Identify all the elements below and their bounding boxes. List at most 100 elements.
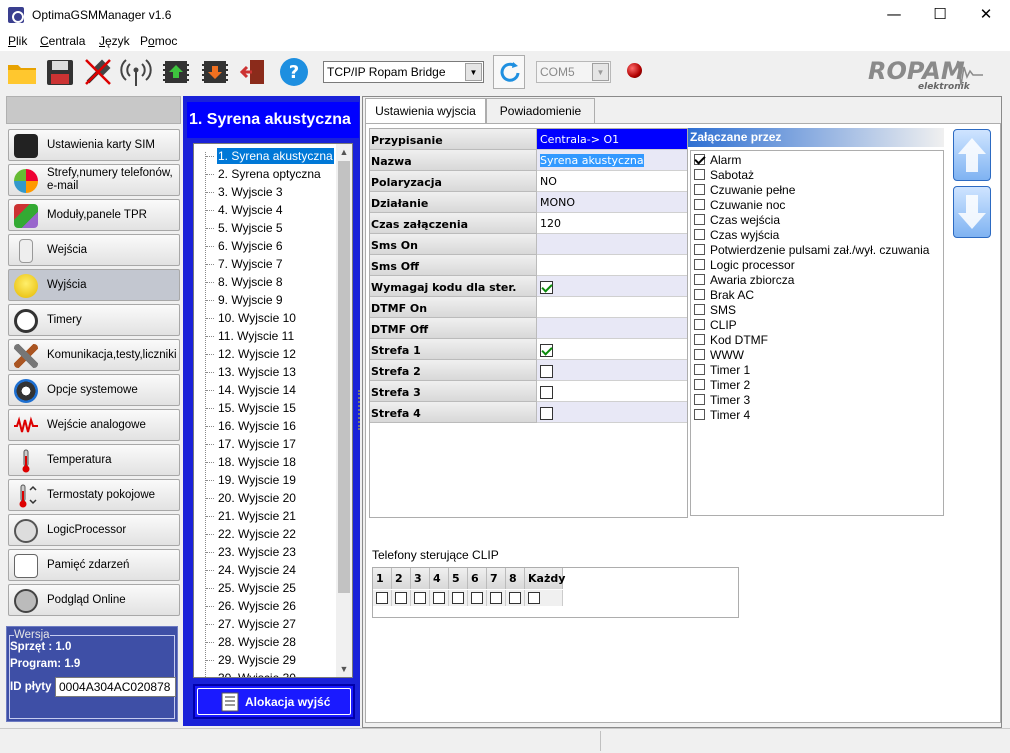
settings-value[interactable] [537,297,687,318]
connection-select[interactable]: TCP/IP Ropam Bridge ▼ [323,61,484,83]
trigger-item[interactable]: Logic processor [694,258,795,273]
trigger-item[interactable]: Alarm [694,153,741,168]
settings-value[interactable]: Centrala-> O1 [537,129,687,150]
trigger-item[interactable]: Potwierdzenie pulsami zał./wył. czuwania [694,243,929,258]
trigger-checkbox[interactable] [694,214,705,225]
settings-value[interactable]: 120 [537,213,687,234]
trigger-item[interactable]: Timer 2 [694,378,750,393]
trigger-item[interactable]: Timer 3 [694,393,750,408]
output-tree-scrollbar[interactable]: ▲ ▼ [336,144,352,677]
trigger-checkbox[interactable] [694,364,705,375]
tree-item[interactable]: 24. Wyjscie 24 [218,562,296,578]
trigger-checkbox[interactable] [694,304,705,315]
clip-checkbox[interactable] [509,592,521,604]
scroll-up-icon[interactable]: ▲ [336,144,352,160]
chip-download-icon[interactable] [199,56,231,88]
trigger-item[interactable]: Czuwanie noc [694,198,785,213]
trigger-checkbox[interactable] [694,184,705,195]
trigger-item[interactable]: Awaria zbiorcza [694,273,794,288]
help-icon[interactable]: ? [278,56,310,88]
sidebar-item-online-preview[interactable]: Podgląd Online [8,584,180,616]
tree-item[interactable]: 6. Wyjscie 6 [218,238,283,254]
settings-checkbox[interactable] [540,280,553,294]
settings-value[interactable] [537,360,687,381]
save-disk-icon[interactable] [44,56,76,88]
sidebar-item-communication[interactable]: Komunikacja,testy,liczniki [8,339,180,371]
move-down-button[interactable] [953,186,991,238]
trigger-checkbox[interactable] [694,394,705,405]
tree-item[interactable]: 23. Wyjscie 23 [218,544,296,560]
tab-notification[interactable]: Powiadomienie [486,98,595,123]
tree-item[interactable]: 9. Wyjscie 9 [218,292,283,308]
trigger-checkbox[interactable] [694,319,705,330]
trigger-item[interactable]: Timer 4 [694,408,750,423]
clip-checkbox[interactable] [452,592,464,604]
tab-output-settings[interactable]: Ustawienia wyjscia [365,98,486,125]
tree-item[interactable]: 18. Wyjscie 18 [218,454,296,470]
settings-value[interactable] [537,276,687,297]
trigger-item[interactable]: Sabotaż [694,168,754,183]
maximize-button[interactable]: ☐ [917,0,963,31]
trigger-item[interactable]: Timer 1 [694,363,750,378]
tree-item[interactable]: 29. Wyjscie 29 [218,652,296,668]
settings-value[interactable] [537,381,687,402]
chevron-down-icon[interactable]: ▼ [592,63,609,81]
trigger-item[interactable]: WWW [694,348,744,363]
trigger-item[interactable]: CLIP [694,318,737,333]
settings-checkbox[interactable] [540,343,553,357]
tree-item[interactable]: 25. Wyjscie 25 [218,580,296,596]
clip-checkbox[interactable] [433,592,445,604]
menu-centrala[interactable]: Centrala [40,34,85,48]
trigger-checkbox[interactable] [694,169,705,180]
tree-item[interactable]: 14. Wyjscie 14 [218,382,296,398]
sidebar-item-thermostats[interactable]: Termostaty pokojowe [8,479,180,511]
tree-item[interactable]: 27. Wyjscie 27 [218,616,296,632]
trigger-checkbox[interactable] [694,229,705,240]
sidebar-item-sim[interactable]: Ustawienia karty SIM [8,129,180,161]
settings-value[interactable] [537,402,687,423]
trigger-item[interactable]: Czas wyjścia [694,228,779,243]
exit-door-icon[interactable] [238,56,270,88]
menu-pomoc[interactable]: Pomoc [140,34,177,48]
trigger-item[interactable]: Czuwanie pełne [694,183,795,198]
tree-item[interactable]: 20. Wyjscie 20 [218,490,296,506]
trigger-checkbox[interactable] [694,259,705,270]
settings-value[interactable] [537,255,687,276]
tree-item[interactable]: 12. Wyjscie 12 [218,346,296,362]
tree-item[interactable]: 13. Wyjscie 13 [218,364,296,380]
sidebar-item-event-memory[interactable]: Pamięć zdarzeń [8,549,180,581]
move-up-button[interactable] [953,129,991,181]
tree-item[interactable]: 10. Wyjscie 10 [218,310,296,326]
settings-value[interactable] [537,318,687,339]
settings-value[interactable]: Syrena akustyczna [537,150,687,171]
chip-upload-icon[interactable] [160,56,192,88]
tree-item[interactable]: 30. Wyjscie 30 [218,670,296,677]
tree-item[interactable]: 21. Wyjscie 21 [218,508,296,524]
trigger-checkbox[interactable] [694,199,705,210]
trigger-item[interactable]: Czas wejścia [694,213,780,228]
refresh-button[interactable] [493,55,525,89]
sidebar-item-logic-processor[interactable]: LogicProcessor [8,514,180,546]
sidebar-item-zones[interactable]: Strefy,numery telefonów, e-mail [8,164,180,196]
sidebar-item-outputs[interactable]: Wyjścia [8,269,180,301]
close-button[interactable]: ✕ [963,0,1009,31]
clip-checkbox[interactable] [528,592,540,604]
tree-item[interactable]: 3. Wyjscie 3 [218,184,283,200]
trigger-checkbox[interactable] [694,379,705,390]
settings-checkbox[interactable] [540,406,553,420]
trigger-checkbox[interactable] [694,154,705,165]
tree-item[interactable]: 17. Wyjscie 17 [218,436,296,452]
tree-item[interactable]: 8. Wyjscie 8 [218,274,283,290]
sidebar-item-modules[interactable]: Moduły,panele TPR [8,199,180,231]
clip-checkbox[interactable] [490,592,502,604]
trigger-item[interactable]: SMS [694,303,736,318]
clip-checkbox[interactable] [395,592,407,604]
trigger-item[interactable]: Brak AC [694,288,754,303]
disconnect-plug-icon[interactable] [82,56,114,88]
output-allocation-button[interactable]: Alokacja wyjść [193,684,355,719]
sidebar-item-inputs[interactable]: Wejścia [8,234,180,266]
open-folder-icon[interactable] [6,56,38,88]
tree-item[interactable]: 2. Syrena optyczna [218,166,321,182]
tree-item-selected[interactable]: 1. Syrena akustyczna [217,148,334,164]
tree-item[interactable]: 5. Wyjscie 5 [218,220,283,236]
